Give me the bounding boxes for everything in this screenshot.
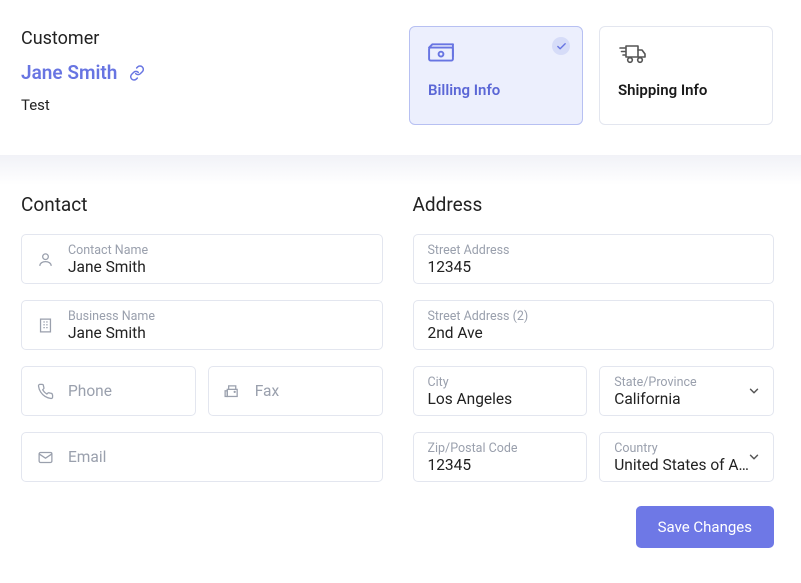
- zip-field[interactable]: Zip/Postal Code: [413, 432, 588, 482]
- building-icon: [36, 317, 54, 334]
- section-divider: [0, 155, 801, 185]
- field-label: State/Province: [614, 375, 759, 390]
- address-section-title: Address: [413, 193, 775, 216]
- customer-heading: Customer: [21, 28, 145, 49]
- field-label: Country: [614, 441, 759, 456]
- phone-icon: [36, 383, 54, 400]
- tab-billing-info[interactable]: Billing Info: [409, 26, 583, 125]
- link-icon: [129, 65, 145, 81]
- contact-section-title: Contact: [21, 193, 383, 216]
- field-label: Zip/Postal Code: [428, 441, 573, 456]
- business-name-input[interactable]: [68, 324, 368, 342]
- tab-shipping-info[interactable]: Shipping Info: [599, 26, 773, 125]
- zip-input[interactable]: [428, 456, 573, 474]
- street-address-field[interactable]: Street Address: [413, 234, 775, 284]
- customer-subtext: Test: [21, 96, 145, 114]
- contact-name-input[interactable]: [68, 258, 368, 276]
- state-value[interactable]: [614, 390, 759, 408]
- contact-name-field[interactable]: Contact Name: [21, 234, 383, 284]
- street-address-2-field[interactable]: Street Address (2): [413, 300, 775, 350]
- tab-title: Billing Info: [428, 81, 564, 99]
- banknote-icon: [428, 43, 564, 67]
- field-label: Fax: [255, 382, 368, 400]
- field-label: Phone: [68, 382, 181, 400]
- country-select[interactable]: Country: [599, 432, 774, 482]
- tab-title: Shipping Info: [618, 81, 754, 99]
- customer-name-link[interactable]: Jane Smith: [21, 61, 117, 84]
- field-label: Street Address: [428, 243, 760, 258]
- field-label: Business Name: [68, 309, 368, 324]
- state-select[interactable]: State/Province: [599, 366, 774, 416]
- field-label: City: [428, 375, 573, 390]
- city-input[interactable]: [428, 390, 573, 408]
- person-icon: [36, 251, 54, 268]
- business-name-field[interactable]: Business Name: [21, 300, 383, 350]
- fax-field[interactable]: Fax: [208, 366, 383, 416]
- field-label: Contact Name: [68, 243, 368, 258]
- save-changes-button[interactable]: Save Changes: [636, 506, 774, 548]
- mail-icon: [36, 449, 54, 466]
- truck-icon: [618, 43, 754, 67]
- country-value[interactable]: [614, 456, 759, 474]
- field-label: Street Address (2): [428, 309, 760, 324]
- email-field[interactable]: Email: [21, 432, 383, 482]
- street-address-input[interactable]: [428, 258, 760, 276]
- field-label: Email: [68, 448, 368, 466]
- street-address-2-input[interactable]: [428, 324, 760, 342]
- fax-icon: [223, 383, 241, 400]
- city-field[interactable]: City: [413, 366, 588, 416]
- check-icon: [552, 37, 570, 55]
- phone-field[interactable]: Phone: [21, 366, 196, 416]
